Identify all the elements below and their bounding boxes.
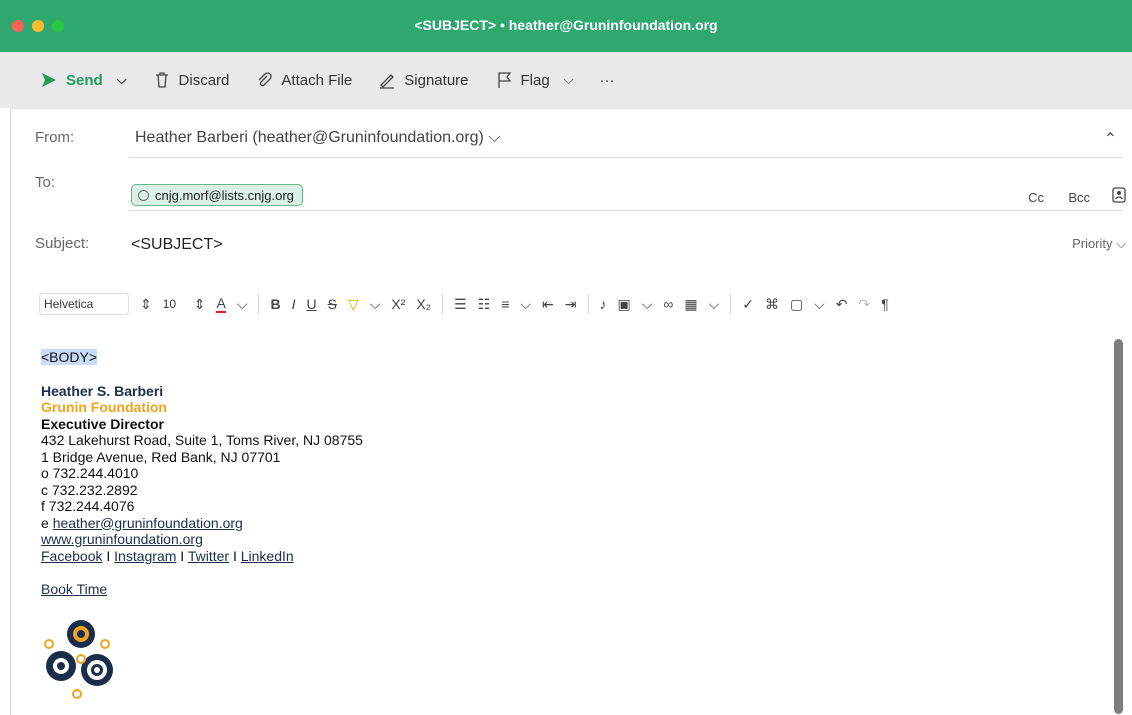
fax-number: f 732.244.4076 <box>41 498 135 514</box>
social-links: Facebook I Instagram I Twitter I LinkedI… <box>41 547 294 564</box>
chevron-down-icon[interactable]: ⌵ <box>237 296 248 313</box>
recipient-status-icon <box>138 189 149 201</box>
stepper-icon[interactable]: ⇕ <box>140 296 152 313</box>
from-selector[interactable]: Heather Barberi (heather@Gruninfoundatio… <box>135 129 500 147</box>
trash-icon <box>155 72 168 88</box>
divider <box>442 294 444 314</box>
from-label: From: <box>35 129 75 146</box>
divider <box>258 294 260 314</box>
paperclip-icon <box>258 72 273 87</box>
email-link[interactable]: heather@gruninfoundation.org <box>53 515 243 531</box>
attach-file-button[interactable]: Attach File <box>255 71 352 89</box>
body-placeholder: <BODY> <box>41 349 98 365</box>
stepper-icon[interactable]: ⇕ <box>194 296 206 313</box>
numbered-list-icon[interactable]: ☷ <box>478 296 491 313</box>
indent-icon[interactable]: ⇥ <box>565 296 577 313</box>
flag-icon <box>497 72 511 88</box>
title-bar: <SUBJECT> • heather@Gruninfoundation.org <box>0 0 1132 52</box>
bold-icon[interactable]: B <box>270 296 280 312</box>
chevron-down-icon[interactable]: ⌵ <box>370 296 381 313</box>
address-line-1: 432 Lakehurst Road, Suite 1, Toms River,… <box>41 432 363 448</box>
website-link[interactable]: www.gruninfoundation.org <box>41 531 203 547</box>
subject-label: Subject: <box>35 235 90 252</box>
cc-button[interactable]: Cc <box>1028 190 1044 205</box>
undo-icon[interactable]: ↶ <box>836 296 848 313</box>
subscript-icon[interactable]: X₂ <box>416 296 431 312</box>
table-icon[interactable]: ▦ <box>684 296 697 313</box>
chevron-down-icon: ⌵ <box>488 129 501 146</box>
collapse-header-icon[interactable]: ⌃ <box>1104 129 1117 149</box>
dictate-icon[interactable]: ♪ <box>600 296 607 312</box>
bcc-button[interactable]: Bcc <box>1068 190 1090 205</box>
outdent-icon[interactable]: ⇤ <box>542 296 554 313</box>
more-button[interactable]: ··· <box>600 72 615 89</box>
image-icon[interactable]: ▣ <box>618 296 631 313</box>
redo-icon[interactable]: ↷ <box>859 296 871 313</box>
superscript-icon[interactable]: X² <box>391 296 405 312</box>
align-icon[interactable]: ≡ <box>501 296 509 312</box>
compose-panel: From: Heather Barberi (heather@Gruninfou… <box>10 108 1132 715</box>
highlight-icon[interactable]: ▽ <box>348 296 359 313</box>
book-time-link[interactable]: Book Time <box>41 581 107 597</box>
discard-button[interactable]: Discard <box>153 71 229 89</box>
paste-icon[interactable]: ▢ <box>790 296 803 313</box>
spellcheck-icon[interactable]: ✓ <box>742 296 754 313</box>
italic-icon[interactable]: I <box>292 296 296 312</box>
send-icon <box>42 73 56 87</box>
text-color-icon[interactable]: A <box>216 295 226 313</box>
chevron-down-icon[interactable]: ⌵ <box>520 296 531 313</box>
body-scrollbar[interactable] <box>1114 339 1123 714</box>
divider <box>587 294 589 314</box>
address-line-2: 1 Bridge Avenue, Red Bank, NJ 07701 <box>41 448 281 465</box>
subject-input[interactable]: <SUBJECT> <box>131 236 223 254</box>
divider <box>129 157 1123 158</box>
chevron-down-icon[interactable]: ⌵ <box>709 296 720 313</box>
signature-org: Grunin Foundation <box>41 399 167 415</box>
message-body[interactable]: <BODY> Heather S. Barberi Grunin Foundat… <box>41 349 363 705</box>
twitter-link[interactable]: Twitter <box>188 548 229 564</box>
signature-button[interactable]: Signature <box>378 71 469 89</box>
grunin-gears-logo <box>44 619 113 699</box>
signature-name: Heather S. Barberi <box>41 382 164 399</box>
format-toolbar: Helvetica ⇕ 10 ⇕ A ⌵ B I U S ▽ ⌵ X² X₂ ☰… <box>39 291 1119 317</box>
font-family-select[interactable]: Helvetica <box>39 293 129 315</box>
priority-button[interactable]: Priority ⌵ <box>1072 236 1126 252</box>
cell-phone: c 732.232.2892 <box>41 481 138 498</box>
paragraph-icon[interactable]: ¶ <box>881 296 889 312</box>
facebook-link[interactable]: Facebook <box>41 548 102 564</box>
font-size-select[interactable]: 10 <box>163 297 183 311</box>
link-icon[interactable]: ∞ <box>663 296 673 312</box>
compose-toolbar: Send ⌵ Discard Attach File Signature Fla… <box>0 52 1132 108</box>
chevron-down-icon: ⌵ <box>1116 236 1126 251</box>
linkedin-link[interactable]: LinkedIn <box>241 548 294 564</box>
chevron-down-icon[interactable]: ⌵ <box>642 296 653 313</box>
underline-icon[interactable]: U <box>306 296 316 312</box>
send-button[interactable]: Send ⌵ <box>40 71 127 89</box>
email-line: e heather@gruninfoundation.org <box>41 514 243 531</box>
to-label: To: <box>35 174 56 191</box>
flag-button[interactable]: Flag ⌵ <box>495 71 574 89</box>
office-phone: o 732.244.4010 <box>41 465 139 481</box>
flag-options-chevron-icon[interactable]: ⌵ <box>564 72 574 88</box>
signature-icon <box>380 74 395 89</box>
contacts-icon[interactable] <box>1112 187 1126 203</box>
signature-title: Executive Director <box>41 415 164 432</box>
from-row: From: Heather Barberi (heather@Gruninfou… <box>11 109 1123 158</box>
send-options-chevron-icon[interactable]: ⌵ <box>117 72 127 88</box>
divider <box>129 210 1123 211</box>
format-painter-icon[interactable]: ⌘ <box>765 296 779 313</box>
chevron-down-icon[interactable]: ⌵ <box>814 296 825 313</box>
divider <box>730 294 732 314</box>
window-title: <SUBJECT> • heather@Gruninfoundation.org <box>414 17 718 33</box>
strikethrough-icon[interactable]: S <box>328 296 337 312</box>
recipient-chip[interactable]: cnjg.morf@lists.cnjg.org <box>131 184 303 206</box>
instagram-link[interactable]: Instagram <box>114 548 176 564</box>
bullet-list-icon[interactable]: ☰ <box>454 296 467 313</box>
